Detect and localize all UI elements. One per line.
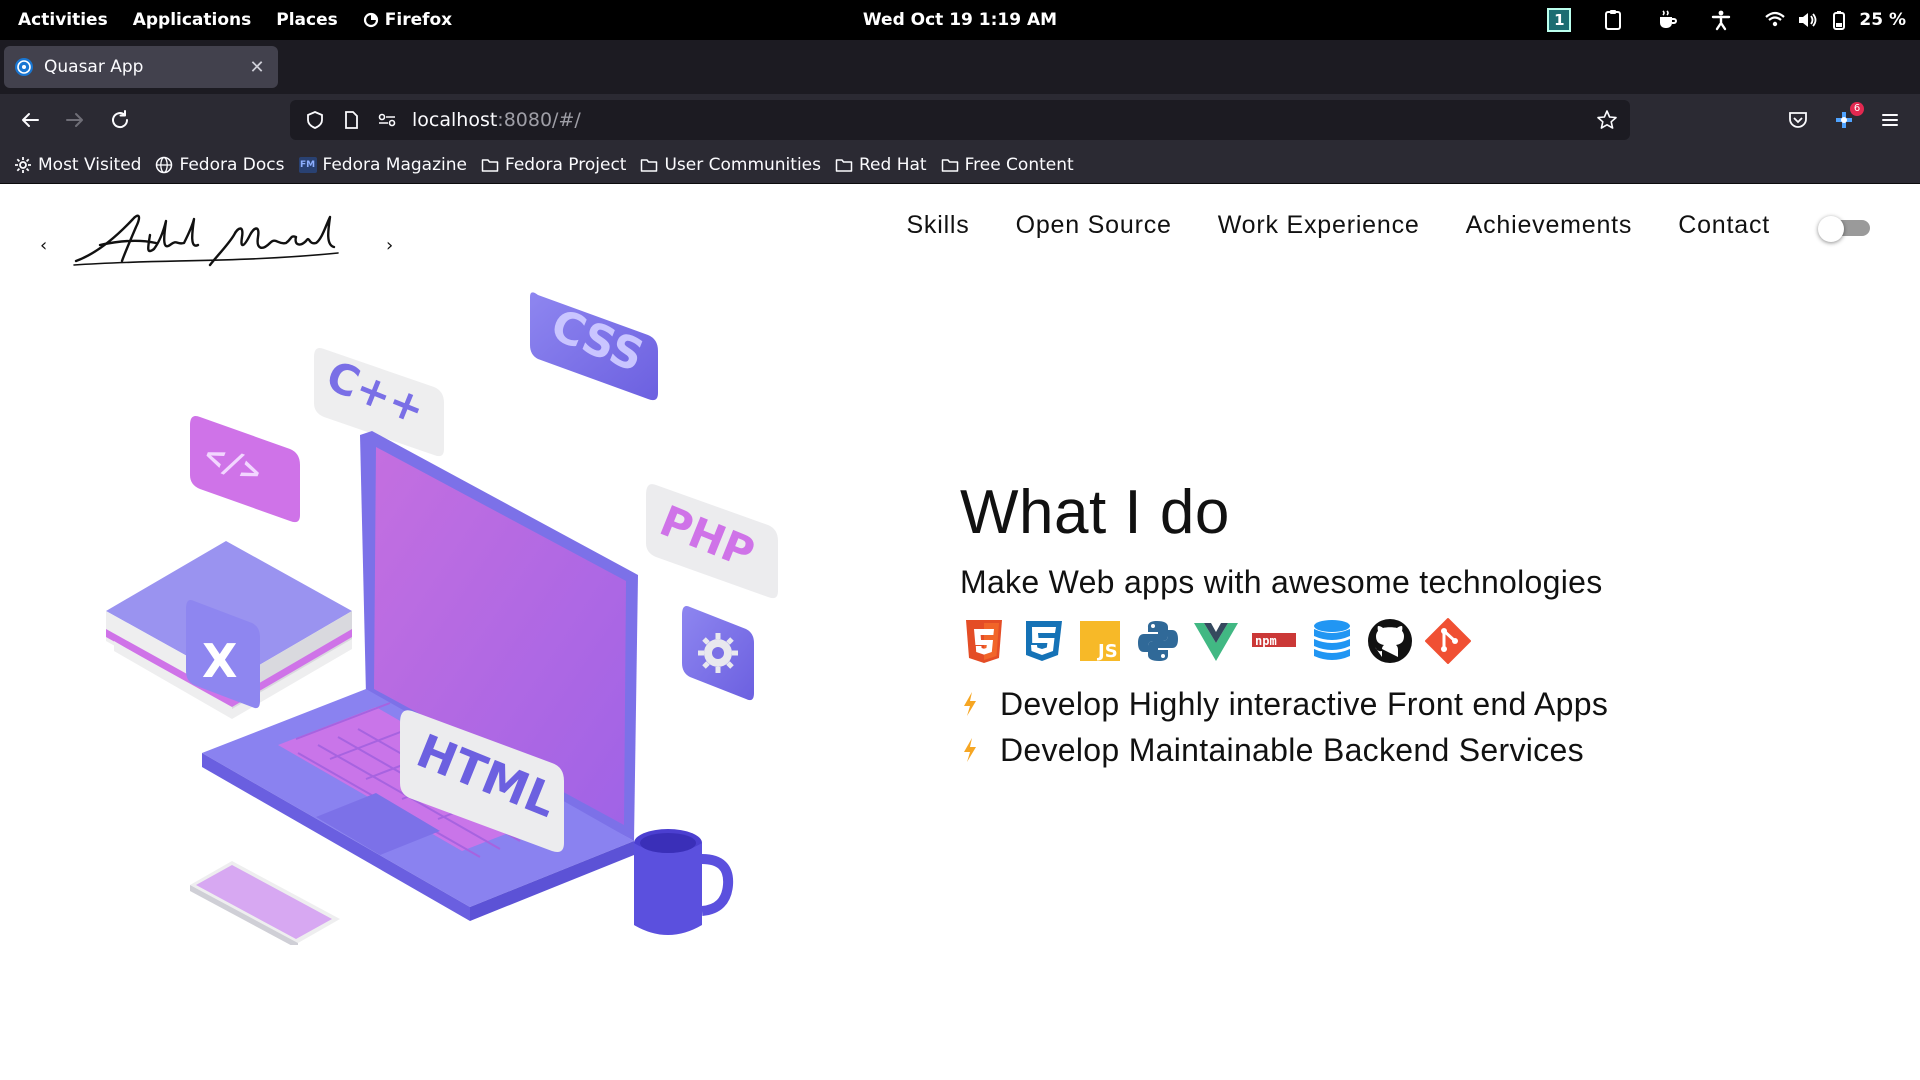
phone bbox=[190, 861, 340, 945]
database-icon[interactable] bbox=[1308, 617, 1356, 665]
close-tab-icon[interactable]: ✕ bbox=[246, 57, 268, 78]
tab-strip: Quasar App ✕ + – ✕ bbox=[0, 40, 1920, 120]
forward-arrow-icon bbox=[66, 113, 83, 127]
url-text[interactable]: localhost:8080/#/ bbox=[412, 109, 581, 131]
bookmark-fedora-docs[interactable]: Fedora Docs bbox=[155, 155, 285, 175]
svg-text:›: › bbox=[386, 235, 393, 256]
what-i-do-section: What I do Make Web apps with awesome tec… bbox=[960, 477, 1860, 773]
folder-icon bbox=[481, 158, 499, 172]
page-icon[interactable] bbox=[340, 109, 362, 131]
bullet-item: Develop Maintainable Backend Services bbox=[960, 727, 1860, 773]
skills-bullet-list: Develop Highly interactive Front end App… bbox=[960, 681, 1860, 773]
bullet-item: Develop Highly interactive Front end App… bbox=[960, 681, 1860, 727]
lightning-bolt-icon bbox=[960, 735, 980, 765]
lightning-bolt-icon bbox=[960, 689, 980, 719]
back-button[interactable] bbox=[16, 106, 44, 134]
clipboard-icon[interactable] bbox=[1601, 8, 1625, 32]
bookmark-folder-red-hat[interactable]: Red Hat bbox=[835, 155, 927, 175]
page-viewport: ‹ › Skills Open Source Work Experience A… bbox=[0, 185, 1920, 1080]
applications-menu[interactable]: Applications bbox=[133, 10, 252, 30]
gear-badge bbox=[682, 606, 754, 701]
battery-percent: 25 % bbox=[1859, 10, 1906, 30]
npm-icon[interactable]: npm bbox=[1250, 617, 1298, 665]
nav-link-work-experience[interactable]: Work Experience bbox=[1218, 211, 1420, 240]
address-bar[interactable]: localhost:8080/#/ bbox=[290, 100, 1630, 140]
wifi-icon bbox=[1763, 8, 1787, 32]
developer-illustration: CSS C++ </> PHP X HTML bbox=[106, 292, 778, 945]
hamburger-menu-icon bbox=[1882, 114, 1898, 126]
toggle-knob bbox=[1818, 216, 1844, 242]
coffee-mug bbox=[634, 829, 734, 935]
folder-icon bbox=[641, 158, 658, 172]
extension-badge: 6 bbox=[1850, 102, 1864, 116]
svg-text:JS: JS bbox=[1096, 641, 1118, 662]
gear-icon bbox=[15, 156, 31, 173]
bookmark-fedora-magazine[interactable]: FM Fedora Magazine bbox=[298, 155, 467, 175]
tech-icons-row: JS npm bbox=[960, 617, 1860, 665]
folder-icon bbox=[835, 158, 853, 172]
section-subheading: Make Web apps with awesome technologies bbox=[960, 564, 1603, 600]
reload-icon bbox=[112, 110, 129, 129]
bullet-text: Develop Maintainable Backend Services bbox=[1000, 731, 1584, 768]
python-icon[interactable] bbox=[1134, 617, 1182, 665]
app-menu-button[interactable] bbox=[1876, 106, 1904, 134]
quasar-favicon-icon bbox=[15, 58, 33, 76]
app-name: Firefox bbox=[384, 10, 453, 30]
main-nav: Skills Open Source Work Experience Achie… bbox=[906, 211, 1770, 240]
nav-link-achievements[interactable]: Achievements bbox=[1466, 211, 1633, 240]
bookmark-folder-free-content[interactable]: Free Content bbox=[941, 155, 1074, 175]
fedora-magazine-icon: FM bbox=[298, 156, 317, 173]
app-menu-firefox[interactable]: Firefox bbox=[363, 10, 452, 30]
bookmark-folder-user-communities[interactable]: User Communities bbox=[640, 155, 821, 175]
navigation-toolbar: localhost:8080/#/ 6 bbox=[0, 94, 1920, 146]
tab-quasar-app[interactable]: Quasar App ✕ bbox=[4, 46, 278, 88]
pocket-icon bbox=[1789, 112, 1807, 128]
reload-button[interactable] bbox=[106, 106, 134, 134]
vue-icon[interactable] bbox=[1192, 617, 1240, 665]
php-badge: PHP bbox=[646, 484, 778, 599]
bookmark-most-visited[interactable]: Most Visited bbox=[14, 155, 141, 175]
svg-text:npm: npm bbox=[1255, 634, 1277, 648]
system-top-bar: Activities Applications Places Firefox W… bbox=[0, 0, 1920, 40]
pocket-button[interactable] bbox=[1784, 106, 1812, 134]
javascript-icon[interactable]: JS bbox=[1076, 617, 1124, 665]
status-menu[interactable]: 25 % bbox=[1763, 8, 1906, 32]
code-tag-badge: </> bbox=[190, 416, 300, 523]
nav-link-open-source[interactable]: Open Source bbox=[1016, 211, 1172, 240]
battery-icon bbox=[1827, 8, 1851, 32]
bookmark-star-icon[interactable] bbox=[1596, 109, 1618, 131]
tab-title: Quasar App bbox=[44, 57, 144, 77]
forward-button[interactable] bbox=[61, 106, 89, 134]
extension-button[interactable]: 6 bbox=[1830, 102, 1864, 134]
svg-text:‹: ‹ bbox=[40, 235, 47, 256]
git-icon[interactable] bbox=[1424, 617, 1472, 665]
svg-text:X: X bbox=[202, 634, 237, 688]
nav-link-skills[interactable]: Skills bbox=[906, 211, 969, 240]
volume-icon bbox=[1795, 8, 1819, 32]
bookmarks-toolbar: Most Visited Fedora Docs FM Fedora Magaz… bbox=[0, 146, 1920, 184]
workspace-indicator[interactable]: 1 bbox=[1547, 8, 1572, 32]
places-menu[interactable]: Places bbox=[276, 10, 337, 30]
folder-icon bbox=[941, 158, 958, 172]
css-badge: CSS bbox=[530, 292, 658, 401]
dark-mode-toggle[interactable] bbox=[1818, 216, 1872, 242]
firefox-icon bbox=[363, 12, 378, 28]
github-icon[interactable] bbox=[1366, 617, 1414, 665]
accessibility-icon[interactable] bbox=[1709, 8, 1733, 32]
books-stack: X bbox=[106, 541, 352, 719]
css3-icon[interactable] bbox=[1018, 617, 1066, 665]
clock[interactable]: Wed Oct 19 1:19 AM bbox=[863, 10, 1057, 30]
activities-button[interactable]: Activities bbox=[18, 10, 108, 30]
nav-link-contact[interactable]: Contact bbox=[1678, 211, 1770, 240]
html5-icon[interactable] bbox=[960, 617, 1008, 665]
coffee-icon[interactable] bbox=[1655, 8, 1679, 32]
permissions-icon[interactable] bbox=[376, 109, 398, 131]
section-heading: What I do bbox=[960, 478, 1230, 547]
tracking-shield-icon[interactable] bbox=[304, 109, 326, 131]
bullet-text: Develop Highly interactive Front end App… bbox=[1000, 685, 1609, 722]
globe-icon bbox=[156, 156, 173, 173]
back-arrow-icon bbox=[22, 113, 39, 127]
bookmark-folder-fedora-project[interactable]: Fedora Project bbox=[481, 155, 626, 175]
signature-logo[interactable]: ‹ › bbox=[38, 205, 408, 275]
